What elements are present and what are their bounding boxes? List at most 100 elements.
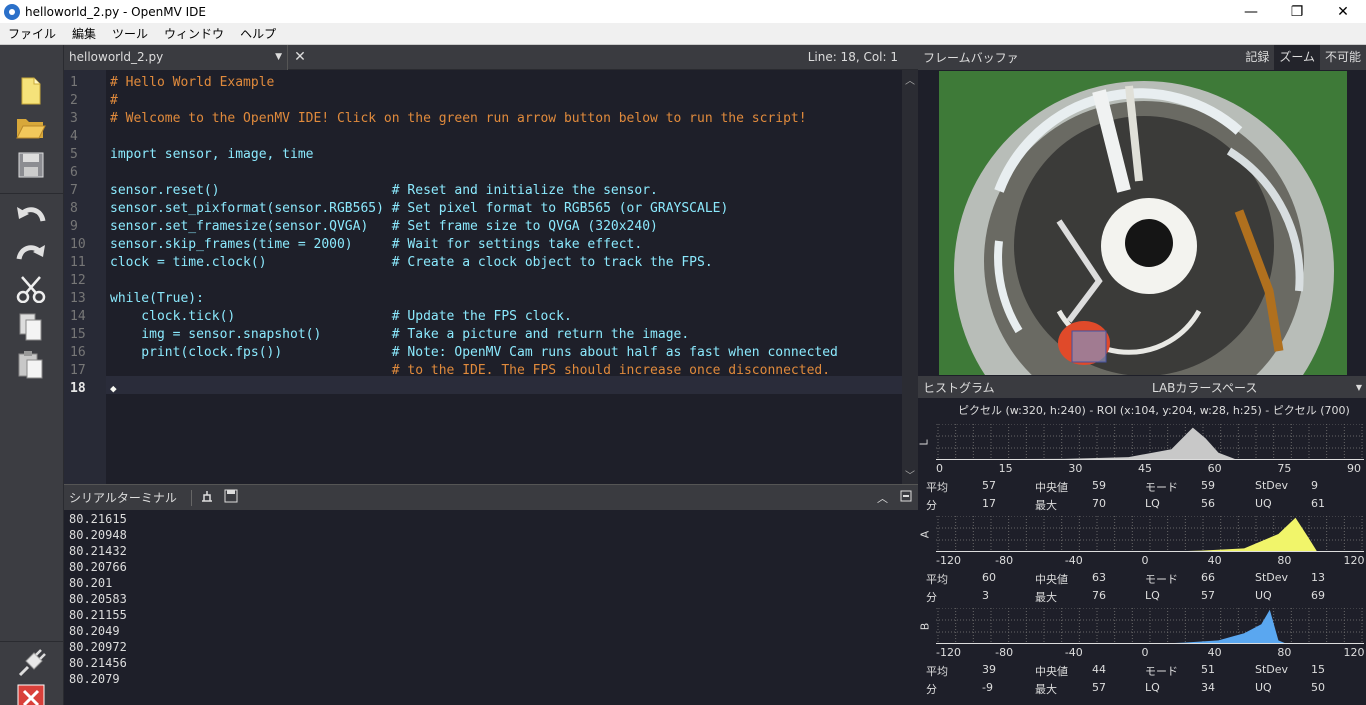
stop-button[interactable] [14,683,48,705]
tick-label: 80 [1277,646,1292,659]
editor-scrollbar[interactable]: ︿ ﹀ [902,70,918,484]
code-line: # Hello World Example [110,75,275,90]
stat-mean-label: 平均 [926,481,948,494]
redo-button[interactable] [14,235,48,267]
scroll-down-icon[interactable]: ﹀ [905,467,915,482]
menu-help[interactable]: ヘルプ [232,25,284,42]
serial-line: 80.21155 [69,608,127,622]
tick-label: 60 [1207,462,1222,475]
code-line: # [110,93,118,108]
code-line: # Welcome to the OpenMV IDE! Click on th… [110,111,807,126]
code-line: ◆ [110,382,117,395]
menu-edit[interactable]: 編集 [64,25,104,42]
clear-terminal-icon[interactable] [200,489,214,506]
stat-lq: 56 [1201,497,1215,510]
line-number: 11 [70,255,86,270]
line-number: 9 [70,219,78,234]
dropdown-arrow-icon: ▼ [275,52,282,62]
new-file-button[interactable] [14,75,48,107]
stat-mean-label: 平均 [926,665,948,678]
disable-button[interactable]: 不可能 [1320,45,1366,70]
serial-terminal-header: シリアルターミナル ︿ [64,484,918,510]
tick-label: -120 [936,554,961,567]
frame-buffer-label: フレームバッファ [923,51,1019,65]
stat-mode-label: モード [1145,573,1178,586]
undo-button[interactable] [14,197,48,229]
serial-line: 80.2079 [69,672,120,686]
tick-label: 15 [998,462,1013,475]
zoom-button[interactable]: ズーム [1274,45,1320,70]
line-number: 6 [70,165,78,180]
serial-terminal-title: シリアルターミナル [69,491,177,505]
code-editor[interactable]: # Hello World Example # # Welcome to the… [106,70,902,484]
stat-mean: 57 [982,479,996,492]
scroll-up-icon[interactable]: ︿ [905,72,915,87]
line-number: 4 [70,129,78,144]
channel-label: A [918,530,932,539]
tick-label: 0 [936,462,943,475]
stat-median: 63 [1092,571,1106,584]
colorspace-select[interactable]: LABカラースペース [1152,379,1257,396]
copy-button[interactable] [14,311,48,343]
connect-button[interactable] [14,648,48,680]
tick-label: 0 [1141,554,1149,567]
collapse-terminal-icon[interactable]: ︿ [877,490,888,506]
stat-stdev-label: StDev [1255,571,1289,584]
plug-icon [18,649,46,677]
close-file-button[interactable]: ✕ [288,49,312,65]
stat-max: 70 [1092,497,1106,510]
save-terminal-icon[interactable] [224,489,238,506]
tick-label: -40 [1064,646,1083,659]
tick-label: 120 [1343,554,1365,567]
stat-mode-label: モード [1145,665,1178,678]
channel-label: L [917,439,931,446]
tick-label: -120 [936,646,961,659]
serial-terminal-output[interactable]: 80.21615 80.20948 80.21432 80.20766 80.201 80… [64,510,918,705]
menu-window[interactable]: ウィンドウ [156,25,232,42]
stat-uq: 69 [1311,589,1325,602]
tick-label: -40 [1064,554,1083,567]
stat-uq-label: UQ [1255,497,1272,510]
code-line: print(clock.fps()) # Note: OpenMV Cam ru… [110,345,838,360]
code-line: clock.tick() # Update the FPS clock. [110,309,572,324]
stat-median-label: 中央値 [1035,481,1068,494]
line-number: 16 [70,345,86,360]
code-line: clock = time.clock() # Create a clock ob… [110,255,713,270]
line-number: 8 [70,201,78,216]
serial-line: 80.201 [69,576,113,590]
close-window-button[interactable]: ✕ [1320,0,1366,23]
file-selector[interactable]: helloworld_2.py ▼ [64,44,288,70]
histogram-panel: ピクセル (w:320, h:240) - ROI (x:104, y:204,… [918,398,1366,705]
serial-line: 80.21456 [69,656,127,670]
cut-button[interactable] [14,273,48,305]
tick-label: 30 [1068,462,1083,475]
title-bar: helloworld_2.py - OpenMV IDE — ❐ ✕ [0,0,1366,23]
stat-uq: 50 [1311,681,1325,694]
minimize-button[interactable]: — [1228,0,1274,23]
save-button[interactable] [14,149,48,181]
histogram-label: ヒストグラム [923,380,995,395]
stop-x-icon [17,684,45,705]
maximize-button[interactable]: ❐ [1274,0,1320,23]
line-number: 1 [70,75,78,90]
tick-label: 80 [1277,554,1292,567]
stat-min: 17 [982,497,996,510]
line-number: 5 [70,147,78,162]
tick-label: 40 [1207,646,1222,659]
code-line: sensor.reset() # Reset and initialize th… [110,183,658,198]
open-file-button[interactable] [14,111,48,143]
paste-button[interactable] [14,349,48,381]
tick-label: 90 [1347,462,1361,475]
menu-file[interactable]: ファイル [0,25,64,42]
serial-line: 80.21432 [69,544,127,558]
tick-label: -80 [995,646,1014,659]
record-button[interactable]: 記録 [1240,45,1274,70]
stat-max-label: 最大 [1035,683,1057,696]
colorspace-dropdown-icon[interactable]: ▼ [1356,383,1362,392]
line-number: 18 [70,381,86,396]
stat-mean-label: 平均 [926,573,948,586]
frame-buffer-view[interactable] [918,70,1366,376]
float-terminal-icon[interactable] [900,490,912,505]
menu-tools[interactable]: ツール [104,25,156,42]
line-number: 15 [70,327,86,342]
